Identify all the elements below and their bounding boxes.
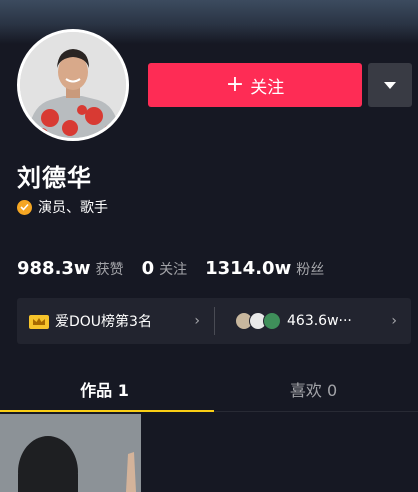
dou-rank-entry[interactable]: 爱DOU榜第3名 › bbox=[17, 298, 214, 344]
tab-works[interactable]: 作品 1 bbox=[0, 366, 209, 412]
rank-bar: 爱DOU榜第3名 › 463.6w··· › bbox=[17, 298, 411, 344]
followers-stat[interactable]: 1314.0w 粉丝 bbox=[205, 258, 324, 279]
crown-icon bbox=[29, 315, 49, 329]
following-label: 关注 bbox=[159, 262, 188, 278]
video-thumbnail[interactable] bbox=[0, 414, 141, 492]
active-tab-indicator bbox=[0, 410, 214, 412]
rank-text: 爱DOU榜第3名 bbox=[55, 314, 152, 330]
verified-check-icon bbox=[17, 199, 32, 215]
avatar[interactable] bbox=[17, 29, 129, 141]
profile-stats: 988.3w 获赞 0 关注 1314.0w 粉丝 bbox=[17, 258, 342, 282]
fan-count-text: 463.6w··· bbox=[287, 313, 352, 329]
likes-stat: 988.3w 获赞 bbox=[17, 258, 124, 279]
follow-button[interactable]: + 关注 bbox=[148, 63, 362, 107]
following-stat[interactable]: 0 关注 bbox=[142, 258, 188, 279]
profile-name: 刘德华 bbox=[17, 164, 92, 192]
profile-tabs: 作品 1 喜欢 0 bbox=[0, 366, 418, 412]
chevron-right-icon: › bbox=[194, 313, 200, 329]
fan-group-entry[interactable]: 463.6w··· › bbox=[215, 298, 411, 344]
follow-label: 关注 bbox=[250, 77, 285, 98]
verification-text: 演员、歌手 bbox=[38, 200, 108, 216]
fan-avatars bbox=[235, 312, 281, 330]
likes-count: 988.3w bbox=[17, 258, 91, 279]
caret-down-icon bbox=[384, 81, 396, 89]
following-count: 0 bbox=[141, 258, 155, 279]
plus-icon: + bbox=[225, 72, 245, 97]
followers-label: 粉丝 bbox=[296, 262, 325, 278]
verification-row: 演员、歌手 bbox=[17, 198, 108, 216]
likes-label: 获赞 bbox=[95, 262, 124, 278]
followers-count: 1314.0w bbox=[205, 258, 292, 279]
more-button[interactable] bbox=[368, 63, 412, 107]
tab-likes[interactable]: 喜欢 0 bbox=[209, 366, 418, 412]
fan-avatar bbox=[263, 312, 281, 330]
chevron-right-icon: › bbox=[391, 313, 397, 329]
